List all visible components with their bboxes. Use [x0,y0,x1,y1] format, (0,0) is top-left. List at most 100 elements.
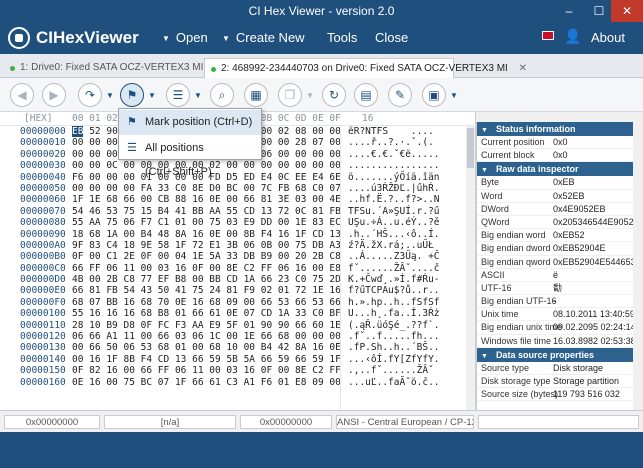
ascii-row[interactable]: ....ú3ŔŽĐĽ.|űhŔ. [348,183,466,194]
hex-row[interactable]: 66 81 FB 54 43 50 41 75 24 81 F9 02 01 7… [72,285,341,296]
hex-row[interactable]: 9F 83 C4 18 9E 58 1F 72 E1 3B 06 0B 00 7… [72,240,341,251]
list-button[interactable]: ☰ [166,83,190,107]
hex-row[interactable]: 55 AA 75 06 F7 C1 01 00 75 03 E9 DD 00 1… [72,217,341,228]
ascii-row[interactable]: ...‹ôÍ.fY[ZfYfY. [348,354,466,365]
ascii-row[interactable]: UŞu.÷Á..u.éÝ..?ě [348,217,466,228]
ascii-row[interactable]: ź?Ä.žX.rá;..uŰŁ [348,240,466,251]
hex-row[interactable]: 18 68 1A 00 B4 48 8A 16 0E 00 8B F4 16 1… [72,229,341,240]
status-info-header[interactable]: ▼ Status information [477,122,643,136]
property-row[interactable]: Big endian dword 0xEB52904E [477,242,643,256]
redo-dropdown-icon[interactable]: ▼ [106,91,114,100]
ascii-row[interactable]: ....ř..?.·.ˇ.(. [348,137,466,148]
ascii-row[interactable]: ..Á.....Z3Űą. +Č [348,251,466,262]
raw-inspector-header[interactable]: ▼ Raw data inspector [477,162,643,177]
property-row[interactable]: ASCII ë [477,269,643,282]
ascii-row[interactable]: TFSu.´A»ŞUÍ.r.?ű [348,206,466,217]
hex-row[interactable]: 0F 82 16 00 66 FF 06 11 00 03 16 0F 00 8… [72,365,341,376]
menu-close[interactable]: Close [375,30,408,45]
ascii-row[interactable]: K.+Čwď¸.»Í.f#Ŕu- [348,274,466,285]
ascii-row[interactable]: ....€.€.ˇ€ë..... [348,149,466,160]
save-dropdown-icon[interactable]: ▼ [450,91,458,100]
tab-close-icon[interactable]: ✕ [519,63,527,74]
menu-tools[interactable]: Tools [327,30,357,45]
property-row[interactable]: DWord 0x4E9052EB [477,203,643,216]
hex-scrollbar[interactable] [466,126,475,410]
tab-partition[interactable]: 2: 468992-234440703 on Drive0: Fixed SAT… [204,58,527,78]
ascii-row[interactable]: ..hf.Ë.?..f?>..N [348,194,466,205]
hex-row[interactable]: 54 46 53 75 15 B4 41 BB AA 55 CD 13 72 0… [72,206,341,217]
property-row[interactable]: Disk storage type Storage partition [477,375,643,389]
property-row[interactable]: Big endian unix time 09.02.2095 02:24:14 [477,321,643,335]
property-row[interactable]: Word 0x52EB [477,190,643,203]
ascii-row[interactable]: h.».hp..h..fSfSf [348,297,466,308]
scrollbar-thumb[interactable] [467,128,474,168]
template-button[interactable]: ▤ [354,83,378,107]
ascii-row[interactable]: (.ąŘ.üóŞé_.??f`. [348,320,466,331]
hex-row[interactable]: 55 16 16 16 68 B8 01 66 61 0E 07 CD 1A 3… [72,308,341,319]
search-button[interactable]: ⌕ [210,83,234,107]
hex-row[interactable]: 0E 16 00 75 BC 07 1F 66 61 C3 A1 F6 01 E… [72,377,341,388]
property-row[interactable]: Big endian word 0xEB52 [477,229,643,243]
property-row[interactable]: Current block 0x0 [477,149,643,163]
uk-flag-icon[interactable] [542,31,554,40]
hex-row[interactable]: 28 10 B9 D8 0F FC F3 AA E9 5F 01 90 90 6… [72,320,341,331]
close-window-button[interactable]: ✕ [611,0,643,22]
property-row[interactable]: Source type Disk storage [477,362,643,375]
ascii-row[interactable]: fˇ......ŽÂˇ....č [348,263,466,274]
refresh-button[interactable]: ↻ [322,83,346,107]
copy-dropdown-icon[interactable]: ▼ [306,91,314,100]
property-row[interactable]: UTF-16 勫 [477,282,643,296]
hex-row[interactable]: 06 66 A1 11 00 66 03 06 1C 00 1E 66 68 0… [72,331,341,342]
bookmark-button[interactable]: ⚑ [120,83,144,107]
menu-create-new[interactable]: ▼ Create New [222,30,305,45]
forward-button[interactable]: ▶ [42,83,66,107]
minimize-button[interactable]: – [554,0,584,22]
data-source-header[interactable]: ▼ Data source properties [477,347,643,362]
redo-button[interactable]: ↷ [78,83,102,107]
ascii-row[interactable]: .h..´HŠ...‹ô..Í. [348,229,466,240]
ascii-row[interactable]: f?űTCPAu$?ů..r.. [348,285,466,296]
user-icon[interactable]: 👤 [564,28,581,45]
edit-button[interactable]: ✎ [388,83,412,107]
ascii-row[interactable]: U...h¸.fa..Í.3Ŕż [348,308,466,319]
ascii-row[interactable]: ................ [348,160,466,171]
hex-row[interactable]: 00 66 50 06 53 68 01 00 68 10 00 B4 42 8… [72,342,341,353]
hex-row[interactable]: 66 FF 06 11 00 03 16 0F 00 8E C2 FF 06 1… [72,263,341,274]
property-row[interactable]: Source size (bytes) 119 793 516 032 [477,388,643,402]
status-encoding[interactable]: ANSI - Central European / CP-1250 [336,415,474,429]
property-row[interactable]: QWord 0x205346544E9052E [477,216,643,230]
ascii-row[interactable]: ëR?NTFS .... [348,126,466,137]
property-row[interactable]: Big endian qword 0xEB52904E5446532 [477,256,643,269]
grid-button[interactable]: ▦ [244,83,268,107]
hex-row[interactable]: 0F 00 C1 2E 0F 00 04 1E 5A 33 DB B9 00 2… [72,251,341,262]
ascii-row[interactable]: ö.......ýŐíä.îän [348,172,466,183]
menu-item-mark-position[interactable]: ⚑ Mark position (Ctrl+D) [119,110,261,134]
property-row[interactable]: Current position 0x0 [477,136,643,150]
property-row[interactable]: Byte 0xEB [477,176,643,190]
maximize-button[interactable]: ☐ [584,0,614,22]
selected-byte[interactable]: EB [72,126,84,137]
panel-scrollbar[interactable] [633,122,643,410]
ascii-row[interactable]: ...uĽ..faĂˇö.č.. [348,377,466,388]
bookmark-dropdown-icon[interactable]: ▼ [148,91,156,100]
save-button[interactable]: ▣ [422,83,446,107]
back-button[interactable]: ◀ [10,83,34,107]
property-row[interactable]: Big endian UTF-16- [477,295,643,309]
menu-open[interactable]: ▼ Open [162,30,208,45]
hex-row[interactable]: 00 00 00 00 FA 33 C0 8E D0 BC 00 7C FB 6… [72,183,341,194]
hex-row[interactable]: 00 16 1F 8B F4 CD 13 66 59 5B 5A 66 59 6… [72,354,341,365]
hex-row[interactable]: 68 07 BB 16 68 70 0E 16 68 09 00 66 53 6… [72,297,341,308]
list-dropdown-icon[interactable]: ▼ [194,91,202,100]
property-row[interactable]: Unix time 08.10.2011 13:40:59 [477,308,643,322]
copy-button[interactable]: ❐ [278,83,302,107]
ascii-row[interactable]: .fˇ..f.....fh... [348,331,466,342]
ascii-row[interactable]: .‚..fˇ......ŽÂˇ [348,365,466,376]
ascii-row[interactable]: .fP.Sh..h..´BŠ.. [348,342,466,353]
property-row[interactable]: Windows file time 16.03.8982 02:53:38 [477,335,643,348]
hex-row[interactable]: 4B 00 2B C8 77 EF B8 00 BB CD 1A 66 23 C… [72,274,341,285]
tab-drive0[interactable]: 1: Drive0: Fixed SATA OCZ-VERTEX3 MI [4,58,203,78]
menu-about[interactable]: About [591,30,625,45]
hex-row[interactable]: 1F 1E 68 66 00 CB 88 16 0E 00 66 81 3E 0… [72,194,341,205]
menu-item-all-positions[interactable]: ☰ All positions (Ctrl+Shift+P) [119,136,261,178]
ascii-column[interactable]: ëR?NTFS .... ....ř..?.·.ˇ.(. ....€.€.ˇ€ë..… [348,126,466,388]
